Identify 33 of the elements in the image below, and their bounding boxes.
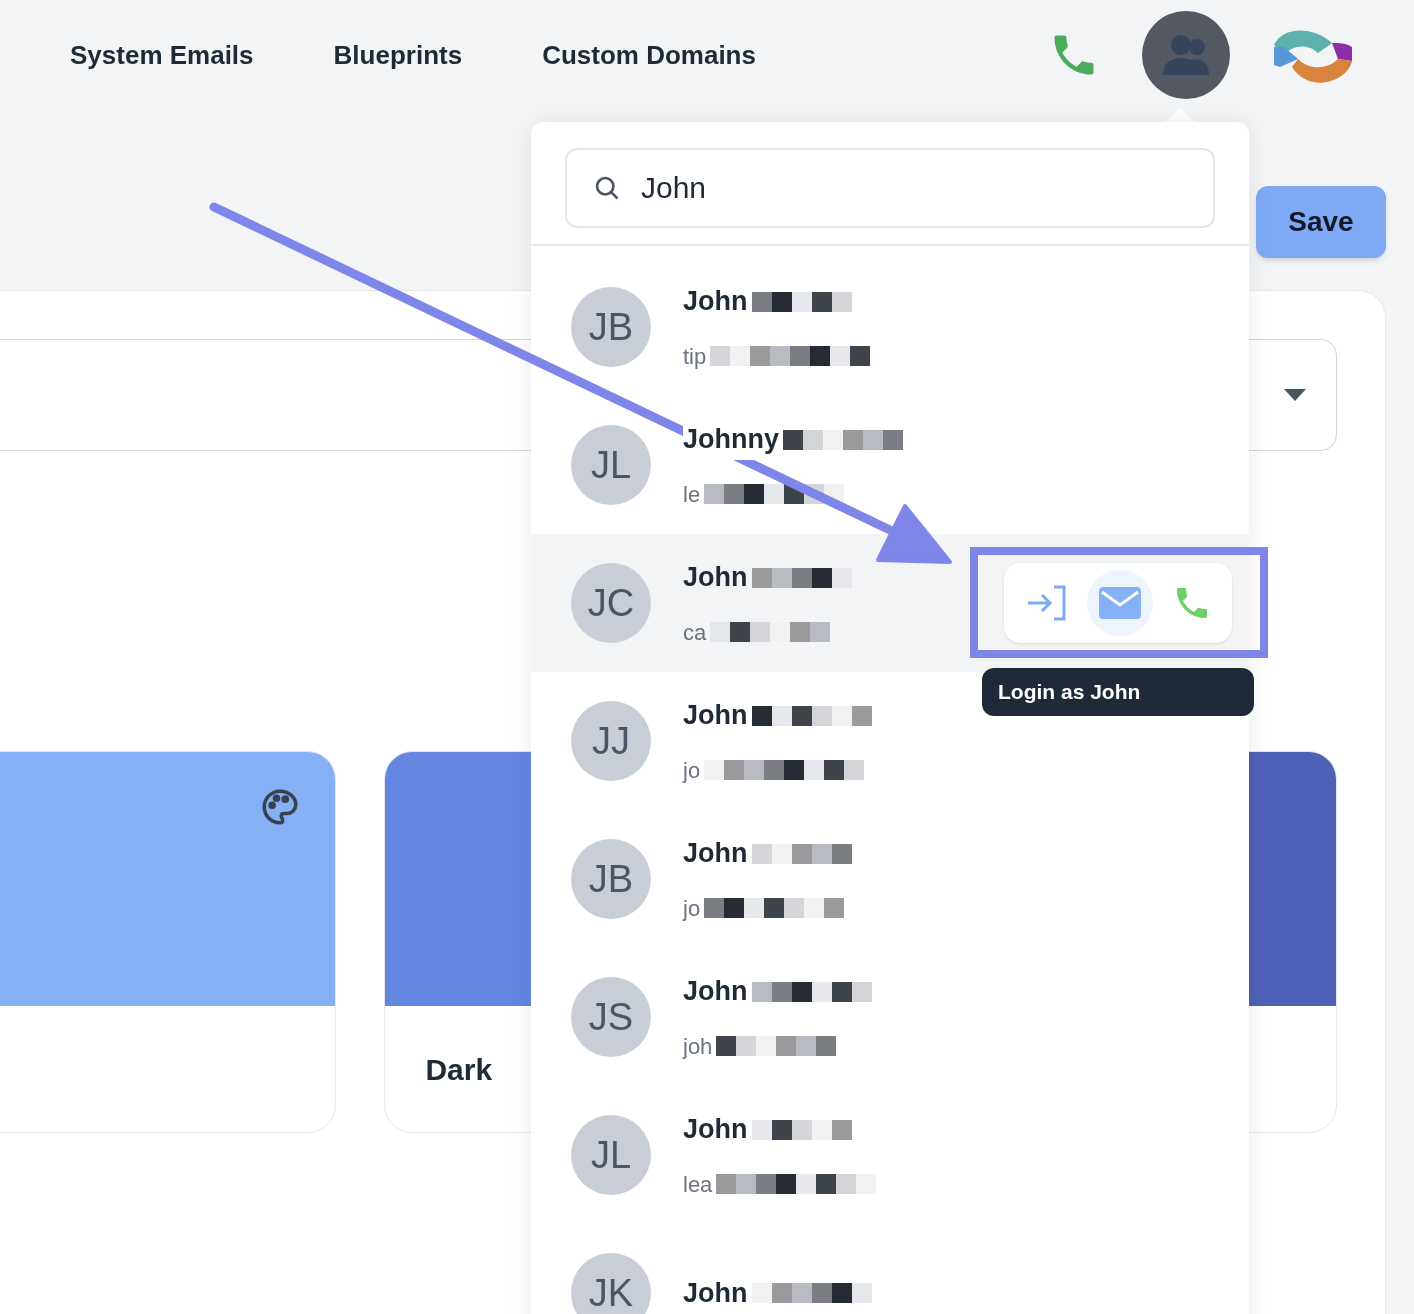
contact-row[interactable]: JB John tip: [531, 258, 1249, 396]
people-icon: [1161, 33, 1211, 77]
contact-email: lea: [683, 1170, 713, 1199]
avatar: JB: [571, 839, 651, 919]
nav-link[interactable]: System Emails: [70, 35, 254, 75]
contact-email: joh: [683, 1032, 713, 1061]
contact-row[interactable]: JL Johnny le: [531, 396, 1249, 534]
nav-link[interactable]: Custom Domains: [542, 35, 756, 75]
contact-row[interactable]: JL John lea: [531, 1086, 1249, 1224]
nav-link[interactable]: Blueprints: [333, 35, 463, 75]
search-icon: [593, 174, 621, 202]
caret-icon: [1284, 389, 1306, 401]
tooltip: Login as John: [982, 668, 1254, 716]
avatar: JK: [571, 1253, 651, 1314]
avatar: JJ: [571, 701, 651, 781]
contact-email: jo: [683, 756, 701, 785]
theme-label: Dark: [425, 1051, 493, 1088]
contact-row[interactable]: JS John joh: [531, 948, 1249, 1086]
contact-email: ca: [683, 618, 707, 647]
avatar: JS: [571, 977, 651, 1057]
contact-row[interactable]: JK John: [531, 1224, 1249, 1314]
search-field[interactable]: John: [565, 148, 1215, 228]
avatar: JL: [571, 1115, 651, 1195]
contact-email: jo: [683, 894, 701, 923]
mail-icon: [1099, 587, 1141, 619]
theme-card[interactable]: [0, 751, 337, 1133]
contact-email: le: [683, 480, 701, 509]
avatar: JL: [571, 425, 651, 505]
save-button[interactable]: Save: [1256, 186, 1386, 258]
avatar: JB: [571, 287, 651, 367]
contact-email: tip: [683, 342, 707, 371]
avatar: JC: [571, 563, 651, 643]
contact-row[interactable]: JB John jo: [531, 810, 1249, 948]
